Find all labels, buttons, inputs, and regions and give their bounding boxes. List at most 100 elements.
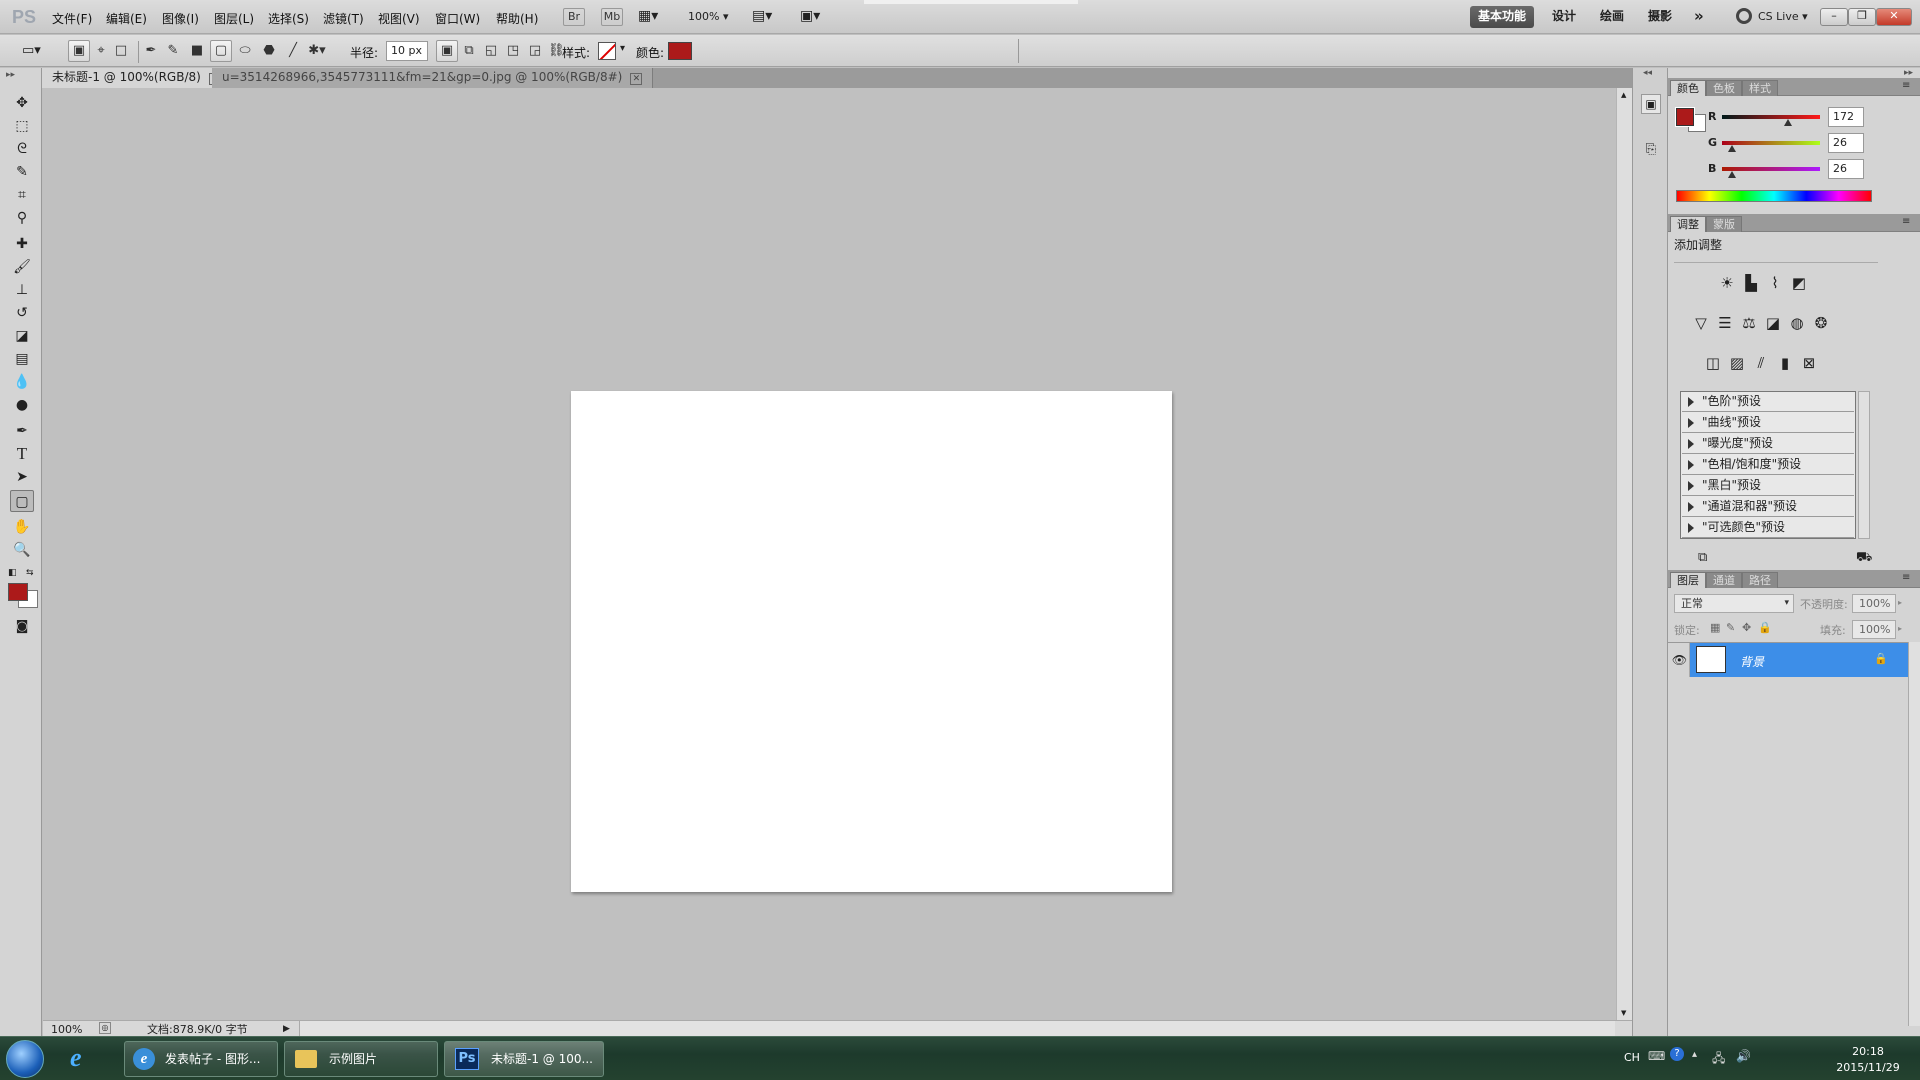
- fill-arrow-icon[interactable]: ▸: [1898, 624, 1902, 633]
- tab-paths[interactable]: 路径: [1742, 572, 1778, 588]
- preset-selective-color[interactable]: "可选颜色"预设: [1682, 518, 1854, 538]
- expand-arrow-icon[interactable]: [1688, 397, 1694, 407]
- selective-color-icon[interactable]: ⊠: [1798, 352, 1820, 374]
- blue-slider[interactable]: B 26: [1708, 159, 1868, 179]
- toolbox-collapse-icon[interactable]: ▸▸: [6, 70, 15, 80]
- blue-slider-track[interactable]: [1722, 167, 1820, 171]
- menu-window[interactable]: 窗口(W): [435, 10, 480, 27]
- preset-levels[interactable]: "色阶"预设: [1682, 392, 1854, 412]
- expand-arrow-icon[interactable]: [1688, 460, 1694, 470]
- panel-menu-icon[interactable]: ≡: [1902, 216, 1910, 227]
- tab-layers[interactable]: 图层: [1670, 572, 1706, 588]
- menu-view[interactable]: 视图(V): [378, 10, 420, 27]
- color-spectrum-ramp[interactable]: [1676, 190, 1872, 202]
- tab-untitled-1[interactable]: 未标题-1 @ 100%(RGB/8)✕: [42, 68, 232, 88]
- healing-brush-tool-icon[interactable]: ✚: [10, 233, 34, 255]
- green-slider[interactable]: G 26: [1708, 133, 1868, 153]
- rectangle-icon[interactable]: ■: [186, 40, 208, 62]
- workspace-design[interactable]: 设计: [1544, 6, 1584, 28]
- new-shape-layer-icon[interactable]: ▣: [436, 40, 458, 62]
- history-panel-icon[interactable]: ⎘: [1641, 140, 1661, 160]
- dodge-tool-icon[interactable]: ●: [10, 394, 34, 416]
- expand-arrow-icon[interactable]: [1688, 502, 1694, 512]
- cs-live-button[interactable]: CS Live ▾: [1758, 10, 1808, 23]
- lock-all-icon[interactable]: 🔒: [1758, 621, 1772, 634]
- freeform-pen-icon[interactable]: ✎: [162, 40, 184, 62]
- screen-mode-icon[interactable]: ▣▾: [800, 8, 820, 24]
- exposure-icon[interactable]: ◩: [1788, 272, 1810, 294]
- color-balance-icon[interactable]: ⚖: [1738, 312, 1760, 334]
- adjust-clip-icon[interactable]: ⧉: [1698, 550, 1707, 565]
- paths-icon[interactable]: ⌖: [90, 40, 112, 62]
- tab-swatches[interactable]: 色板: [1706, 80, 1742, 96]
- view-extras-icon[interactable]: ▦▾: [638, 8, 666, 26]
- network-icon[interactable]: 🖧: [1712, 1049, 1725, 1070]
- menu-filter[interactable]: 滤镜(T): [323, 10, 364, 27]
- volume-icon[interactable]: 🔊: [1736, 1049, 1751, 1063]
- pen-icon[interactable]: ✒: [140, 40, 162, 62]
- layer-row-background[interactable]: 👁 背景 🔒: [1670, 643, 1908, 677]
- layer-name[interactable]: 背景: [1740, 653, 1764, 670]
- polygon-icon[interactable]: ⬣: [258, 40, 280, 62]
- blur-tool-icon[interactable]: 💧: [10, 371, 34, 393]
- quick-mask-icon[interactable]: ◙: [10, 616, 34, 638]
- tab-channels[interactable]: 通道: [1706, 572, 1742, 588]
- clock-time[interactable]: 20:18: [1838, 1045, 1898, 1058]
- swap-colors-icon[interactable]: ⇆: [26, 568, 34, 578]
- panel-menu-icon[interactable]: ≡: [1902, 80, 1910, 91]
- red-value-input[interactable]: 172: [1828, 107, 1864, 127]
- eyedropper-tool-icon[interactable]: ⚲: [10, 207, 34, 229]
- channel-mixer-icon[interactable]: ❂: [1810, 312, 1832, 334]
- quick-select-tool-icon[interactable]: ✎: [10, 161, 34, 183]
- scroll-up-icon[interactable]: ▲: [1621, 91, 1626, 99]
- expand-arrow-icon[interactable]: [1688, 481, 1694, 491]
- presets-scrollbar[interactable]: [1858, 391, 1870, 539]
- line-icon[interactable]: ╱: [282, 40, 304, 62]
- tab-adjustments[interactable]: 调整: [1670, 216, 1706, 232]
- lock-transparent-icon[interactable]: ▦: [1710, 621, 1720, 634]
- lock-position-icon[interactable]: ✥: [1742, 621, 1751, 634]
- menu-edit[interactable]: 编辑(E): [106, 10, 147, 27]
- radius-input[interactable]: 10 px: [386, 41, 428, 61]
- blue-slider-handle-icon[interactable]: [1727, 171, 1736, 178]
- expand-arrow-icon[interactable]: [1688, 523, 1694, 533]
- marquee-tool-icon[interactable]: ⬚: [10, 115, 34, 137]
- shape-layers-icon[interactable]: ▣: [68, 40, 90, 62]
- workspace-painting[interactable]: 绘画: [1592, 6, 1632, 28]
- curves-icon[interactable]: ⌇: [1764, 272, 1786, 294]
- history-brush-tool-icon[interactable]: ↺: [10, 302, 34, 324]
- ie-icon[interactable]: e: [70, 1043, 82, 1073]
- expand-arrow-icon[interactable]: [1688, 439, 1694, 449]
- tab-close-icon[interactable]: ✕: [630, 73, 643, 85]
- rounded-rectangle-icon[interactable]: ▢: [210, 40, 232, 62]
- vibrance-icon[interactable]: ▽: [1690, 312, 1712, 334]
- zoom-dropdown[interactable]: 100% ▾: [688, 10, 728, 23]
- ellipse-icon[interactable]: ⬭: [234, 40, 256, 62]
- adjust-options-icon[interactable]: ⛟: [1856, 550, 1872, 567]
- green-slider-handle-icon[interactable]: [1727, 145, 1736, 152]
- zoom-tool-icon[interactable]: 🔍: [10, 539, 34, 561]
- lock-image-icon[interactable]: ✎: [1726, 621, 1735, 634]
- levels-icon[interactable]: ▙: [1740, 272, 1762, 294]
- tab-color[interactable]: 颜色: [1670, 80, 1706, 96]
- preset-hue-saturation[interactable]: "色相/饱和度"预设: [1682, 455, 1854, 475]
- default-colors-icon[interactable]: ◧: [8, 568, 17, 578]
- panels-collapse-icon[interactable]: ▸▸: [1904, 68, 1913, 78]
- red-slider-track[interactable]: [1722, 115, 1820, 119]
- minimize-button[interactable]: –: [1820, 8, 1848, 26]
- vertical-scrollbar[interactable]: ▲ ▼: [1616, 88, 1632, 1020]
- restore-button[interactable]: ❐: [1848, 8, 1876, 26]
- close-button[interactable]: ✕: [1876, 8, 1912, 26]
- layers-scrollbar[interactable]: [1908, 642, 1920, 1026]
- eraser-tool-icon[interactable]: ◪: [10, 325, 34, 347]
- tab-jpg-image[interactable]: u=3514268966,3545773111&fm=21&gp=0.jpg @…: [212, 68, 654, 88]
- color-panel-fg-swatch[interactable]: [1675, 107, 1695, 127]
- fill-pixels-icon[interactable]: □: [110, 40, 132, 62]
- add-shape-area-icon[interactable]: ⧉: [458, 40, 480, 62]
- green-slider-track[interactable]: [1722, 141, 1820, 145]
- mini-bridge-panel-icon[interactable]: ▣: [1641, 94, 1661, 114]
- gradient-map-icon[interactable]: ▮: [1774, 352, 1796, 374]
- workspace-more-button[interactable]: »: [1686, 6, 1712, 28]
- scroll-down-icon[interactable]: ▼: [1621, 1009, 1626, 1017]
- menu-image[interactable]: 图像(I): [162, 10, 199, 27]
